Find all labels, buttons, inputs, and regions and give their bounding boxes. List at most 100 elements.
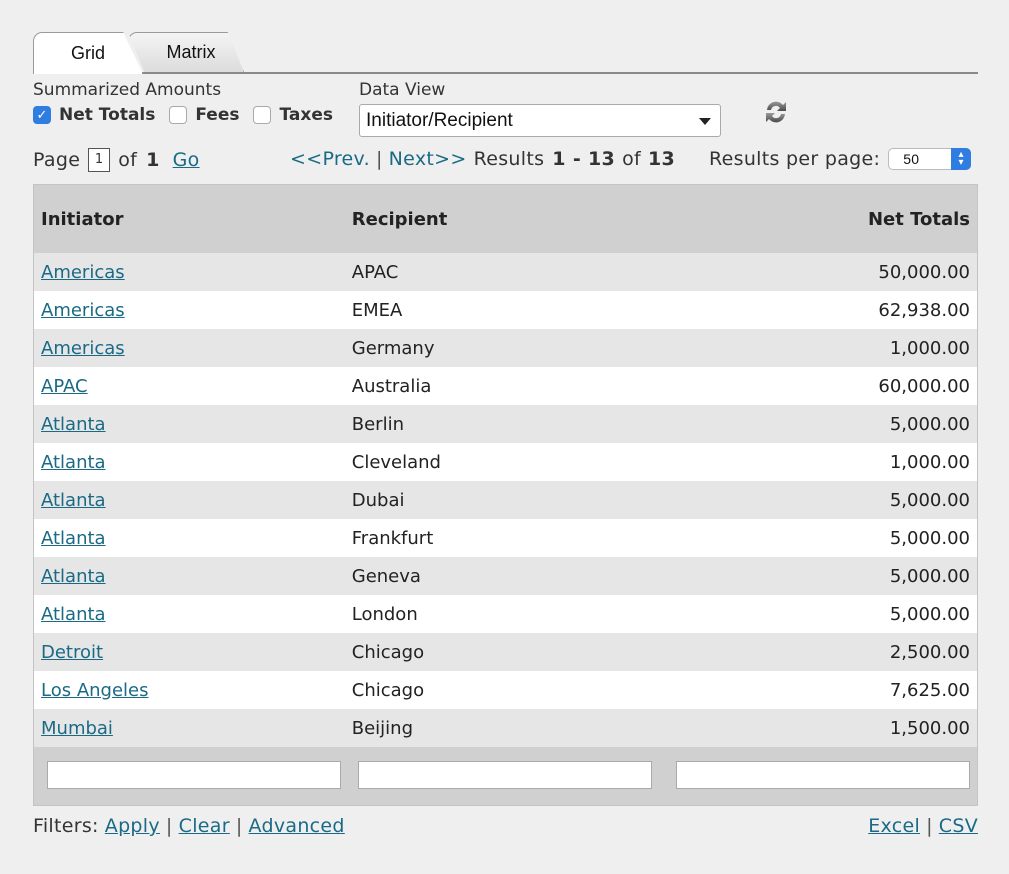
initiator-link[interactable]: APAC	[41, 376, 88, 397]
recipient-cell: Cleveland	[344, 443, 663, 481]
net-totals-cell: 62,938.00	[663, 291, 977, 329]
column-header-recipient[interactable]: Recipient	[344, 185, 663, 253]
table-row: Atlanta Geneva 5,000.00	[34, 557, 977, 595]
tab-grid[interactable]: Grid	[33, 32, 143, 74]
initiator-link[interactable]: Americas	[41, 338, 125, 359]
recipient-cell: Beijing	[344, 709, 663, 747]
net-totals-label: Net Totals	[59, 105, 156, 125]
advanced-filters-link[interactable]: Advanced	[249, 815, 345, 837]
recipient-cell: Chicago	[344, 633, 663, 671]
net-totals-checkbox-item[interactable]: ✓ Net Totals	[33, 105, 155, 125]
net-totals-cell: 5,000.00	[663, 519, 977, 557]
clear-filters-link[interactable]: Clear	[179, 815, 230, 837]
export-actions: Excel | CSV	[868, 815, 978, 837]
table-row: Los Angeles Chicago 7,625.00	[34, 671, 977, 709]
data-view-select[interactable]: Initiator/Recipient	[359, 104, 721, 137]
taxes-checkbox[interactable]	[253, 106, 272, 124]
initiator-link[interactable]: Atlanta	[41, 490, 106, 511]
prev-link[interactable]: <<Prev.	[290, 148, 370, 170]
initiator-link[interactable]: Atlanta	[41, 566, 106, 587]
total-pages: 1	[146, 149, 160, 171]
filters-actions: Filters: Apply | Clear | Advanced	[33, 815, 345, 837]
results-per-page-label: Results per page:	[709, 148, 881, 170]
net-totals-cell: 5,000.00	[663, 557, 977, 595]
recipient-cell: EMEA	[344, 291, 663, 329]
table-row: Atlanta London 5,000.00	[34, 595, 977, 633]
initiator-cell: Los Angeles	[34, 671, 345, 709]
initiator-link[interactable]: Mumbai	[41, 718, 113, 739]
refresh-icon[interactable]	[760, 96, 792, 128]
initiator-link[interactable]: Atlanta	[41, 604, 106, 625]
initiator-link[interactable]: Los Angeles	[41, 680, 149, 701]
data-view-selected-value: Initiator/Recipient	[366, 109, 513, 131]
initiator-cell: Detroit	[34, 633, 345, 671]
initiator-link[interactable]: Atlanta	[41, 528, 106, 549]
page-navigator: Page 1 of 1 Go	[33, 148, 200, 172]
recipient-cell: Dubai	[344, 481, 663, 519]
net-totals-cell: 1,000.00	[663, 329, 977, 367]
table-header-row: Initiator Recipient Net Totals	[34, 185, 977, 253]
initiator-filter-input[interactable]	[47, 761, 341, 789]
recipient-filter-input[interactable]	[357, 761, 652, 789]
export-excel-link[interactable]: Excel	[868, 815, 920, 837]
column-header-initiator[interactable]: Initiator	[34, 185, 345, 253]
fees-label: Fees	[195, 105, 240, 125]
table-row: Americas APAC 50,000.00	[34, 253, 977, 291]
results-start: 1	[552, 148, 566, 170]
filter-row	[34, 747, 977, 803]
table-row: Mumbai Beijing 1,500.00	[34, 709, 977, 747]
go-link[interactable]: Go	[173, 149, 200, 171]
initiator-cell: Atlanta	[34, 443, 345, 481]
filters-label: Filters:	[33, 815, 99, 837]
taxes-label: Taxes	[279, 105, 333, 125]
of-label: of	[118, 149, 138, 171]
recipient-cell: Geneva	[344, 557, 663, 595]
net-totals-filter-input[interactable]	[676, 761, 970, 789]
net-totals-cell: 5,000.00	[663, 405, 977, 443]
initiator-link[interactable]: Atlanta	[41, 414, 106, 435]
net-totals-cell: 1,500.00	[663, 709, 977, 747]
tab-matrix[interactable]: Matrix	[128, 32, 244, 72]
net-totals-cell: 5,000.00	[663, 481, 977, 519]
initiator-cell: Americas	[34, 329, 345, 367]
checkmark-icon: ✓	[36, 107, 48, 123]
net-totals-cell: 1,000.00	[663, 443, 977, 481]
results-per-page-value: 50	[903, 151, 920, 167]
page-number-input[interactable]: 1	[88, 148, 111, 172]
results-end: 13	[588, 148, 616, 170]
results-label: Results	[473, 148, 545, 170]
table-row: Atlanta Cleveland 1,000.00	[34, 443, 977, 481]
recipient-cell: Frankfurt	[344, 519, 663, 557]
apply-filters-link[interactable]: Apply	[105, 815, 160, 837]
next-link[interactable]: Next>>	[389, 148, 467, 170]
recipient-cell: APAC	[344, 253, 663, 291]
results-per-page: Results per page: 50 ▴ ▾	[709, 148, 972, 170]
data-view-label: Data View	[359, 80, 446, 100]
initiator-cell: Mumbai	[34, 709, 345, 747]
taxes-checkbox-item[interactable]: Taxes	[253, 105, 333, 125]
recipient-cell: London	[344, 595, 663, 633]
net-totals-cell: 5,000.00	[663, 595, 977, 633]
results-of: of	[622, 148, 641, 170]
table-row: Americas Germany 1,000.00	[34, 329, 977, 367]
initiator-cell: APAC	[34, 367, 345, 405]
recipient-cell: Berlin	[344, 405, 663, 443]
results-per-page-select[interactable]: 50 ▴ ▾	[888, 148, 972, 170]
initiator-link[interactable]: Americas	[41, 262, 125, 283]
table-row: Atlanta Berlin 5,000.00	[34, 405, 977, 443]
net-totals-cell: 7,625.00	[663, 671, 977, 709]
initiator-cell: Atlanta	[34, 595, 345, 633]
initiator-link[interactable]: Detroit	[41, 642, 103, 663]
initiator-link[interactable]: Americas	[41, 300, 125, 321]
table-row: Atlanta Dubai 5,000.00	[34, 481, 977, 519]
summarized-amounts-label: Summarized Amounts	[33, 80, 222, 100]
initiator-cell: Atlanta	[34, 405, 345, 443]
net-totals-checkbox[interactable]: ✓	[33, 106, 51, 124]
export-csv-link[interactable]: CSV	[939, 815, 978, 837]
column-header-net-totals[interactable]: Net Totals	[663, 185, 977, 253]
separator: |	[926, 815, 933, 837]
fees-checkbox[interactable]	[169, 106, 188, 124]
fees-checkbox-item[interactable]: Fees	[169, 105, 239, 125]
initiator-link[interactable]: Atlanta	[41, 452, 106, 473]
results-total: 13	[647, 148, 676, 170]
